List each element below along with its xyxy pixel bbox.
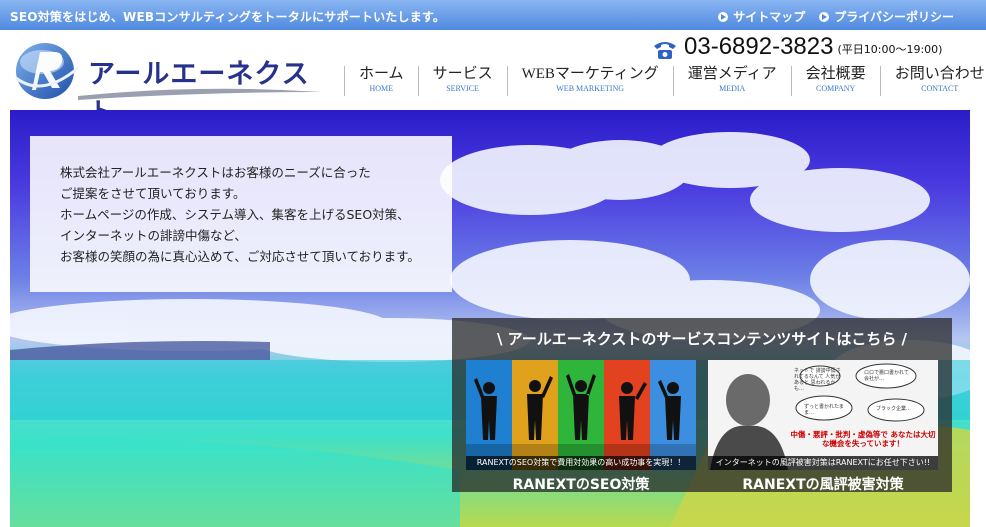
phone-hours: (平日10:00〜19:00)	[837, 43, 943, 56]
arrow-circle-icon	[819, 11, 830, 22]
seo-card-caption: RANEXTのSEO対策で費用対効果の高い成功事を実現！！	[466, 456, 696, 470]
logo-swoosh	[78, 88, 322, 100]
hero-banner: 株式会社アールエーネクストはお客様のニーズに合った ご提案をさせて頂いております…	[10, 110, 970, 527]
phone-block: 03-6892-3823 (平日10:00〜19:00)	[652, 34, 942, 60]
intro-line: 株式会社アールエーネクストはお客様のニーズに合った	[60, 165, 371, 180]
site-header: アールエーネクスト 03-6892-3823 (平日10:00〜19:00) ホ…	[0, 30, 986, 128]
sitemap-label: サイトマップ	[733, 10, 806, 24]
seo-card-label: RANEXTのSEO対策	[512, 477, 650, 493]
nav-service[interactable]: サービス SERVICE	[417, 66, 507, 96]
nav-media[interactable]: 運営メディア MEDIA	[672, 66, 791, 96]
service-panel-title: \ アールエーネクストのサービスコンテンツサイトはこちら /	[496, 330, 908, 348]
speech-bubble: ずっと書かれたまま…	[804, 404, 844, 416]
reputation-service-card[interactable]: ネットで 誹謗中傷されてるなんて 人気があると 思われるかも… ロロで悪口書かれ…	[708, 360, 938, 494]
top-links: サイトマップ プライバシーポリシー	[718, 8, 954, 25]
phone-icon	[654, 42, 676, 59]
intro-line: インターネットの誹謗中傷など、	[60, 228, 247, 243]
nav-sublabel: WEB MARKETING	[556, 84, 625, 93]
nav-web-marketing[interactable]: WEBマーケティング WEB MARKETING	[506, 66, 673, 96]
intro-line: ご提案をさせて頂いております。	[60, 186, 246, 201]
speech-bubble: ロロで悪口書かれて 会社が…	[864, 370, 909, 382]
nav-label: WEBマーケティング	[521, 66, 659, 82]
nav-sublabel: MEDIA	[719, 84, 746, 93]
nav-sublabel: CONTACT	[921, 84, 959, 93]
site-logo[interactable]: アールエーネクスト	[12, 38, 322, 128]
nav-contact[interactable]: お問い合わせ CONTACT	[879, 66, 986, 96]
phone-number[interactable]: 03-6892-3823	[684, 34, 833, 60]
logo-mark-icon	[15, 43, 79, 99]
nav-label: サービス	[432, 66, 493, 82]
intro-box: 株式会社アールエーネクストはお客様のニーズに合った ご提案をさせて頂いております…	[30, 136, 452, 292]
seo-service-card[interactable]: RANEXTのSEO対策で費用対効果の高い成功事を実現！！ RANEXTのSEO…	[466, 360, 696, 494]
reputation-card-caption: インターネットの風評被害対策はRANEXTにお任せ下さい!!	[708, 456, 938, 470]
tagline: SEO対策をはじめ、WEBコンサルティングをトータルにサポートいたします。	[10, 10, 446, 24]
intro-line: ホームページの作成、システム導入、集客を上げるSEO対策、	[60, 207, 410, 222]
nav-sublabel: HOME	[369, 84, 394, 93]
privacy-policy-link[interactable]: プライバシーポリシー	[819, 8, 954, 25]
nav-label: 運営メディア	[687, 66, 777, 82]
nav-label: お問い合わせ	[894, 66, 985, 82]
top-bar: SEO対策をはじめ、WEBコンサルティングをトータルにサポートいたします。 サイ…	[0, 0, 986, 30]
nav-sublabel: SERVICE	[446, 84, 479, 93]
nav-label: 会社概要	[805, 66, 866, 82]
nav-label: ホーム	[359, 66, 404, 82]
nav-company[interactable]: 会社概要 COMPANY	[790, 66, 880, 96]
speech-bubble: ネットで 誹謗中傷されてるなんて 人気があると 思われるかも…	[794, 368, 841, 392]
seo-banner-image: RANEXTのSEO対策で費用対効果の高い成功事を実現！！	[466, 360, 696, 470]
nav-home[interactable]: ホーム HOME	[344, 66, 418, 96]
main-nav: ホーム HOME サービス SERVICE WEBマーケティング WEB MAR…	[344, 66, 986, 96]
reputation-card-label: RANEXTの風評被害対策	[742, 477, 904, 493]
nav-sublabel: COMPANY	[816, 84, 856, 93]
reputation-banner-image: ネットで 誹謗中傷されてるなんて 人気があると 思われるかも… ロロで悪口書かれ…	[708, 360, 938, 470]
intro-line: お客様の笑顔の為に真心込めて、ご対応させて頂いております。	[60, 249, 420, 264]
service-content-panel: \ アールエーネクストのサービスコンテンツサイトはこちら / RANEXTのSE…	[452, 318, 952, 494]
sitemap-link[interactable]: サイトマップ	[718, 8, 805, 25]
arrow-circle-icon	[718, 11, 729, 22]
reputation-banner-text: 中傷・悪評・批判・虚偽等で あなたは大切な機会を失っています！	[790, 430, 936, 448]
people-silhouettes-image	[466, 360, 696, 470]
speech-bubble: ブラック企業…	[876, 406, 912, 412]
privacy-policy-label: プライバシーポリシー	[834, 10, 954, 24]
